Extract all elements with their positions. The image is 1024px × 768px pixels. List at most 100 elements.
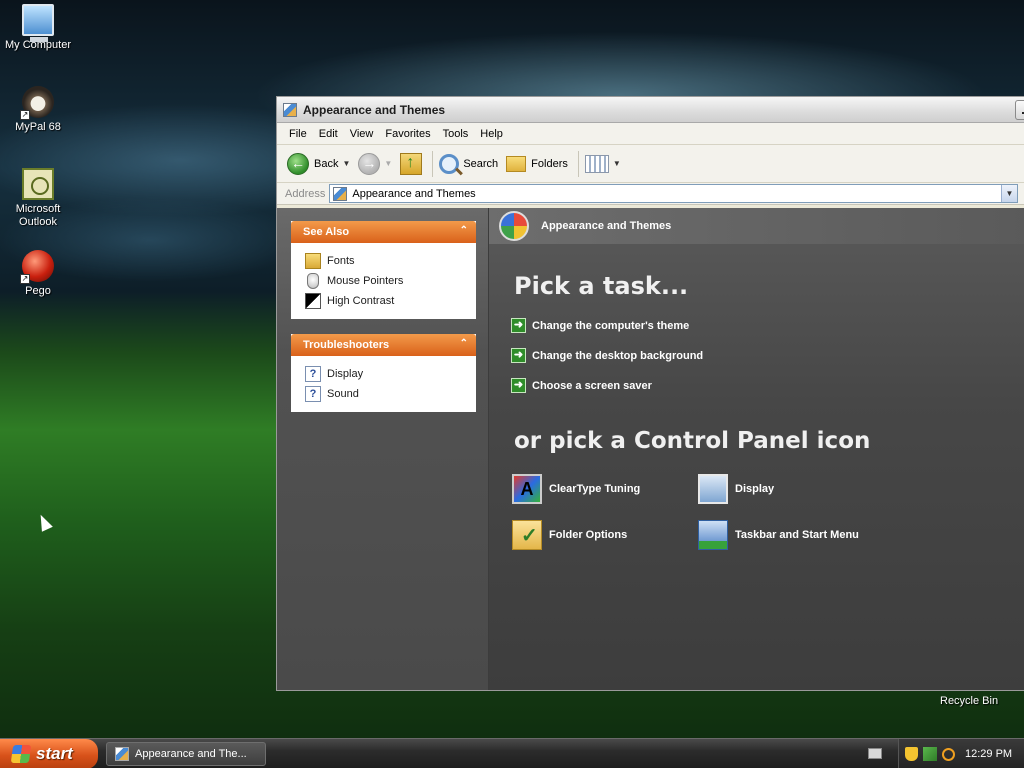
taskbar-icon	[698, 520, 728, 550]
link-sound-troubleshooter[interactable]: ? Sound	[305, 384, 476, 404]
folders-icon	[506, 155, 527, 172]
views-dropdown-icon[interactable]: ▼	[613, 159, 621, 168]
menu-bar: File Edit View Favorites Tools Help	[277, 123, 1024, 145]
back-button[interactable]: Back ▼	[287, 152, 350, 175]
desktop-icon-label: Microsoft Outlook	[15, 203, 61, 228]
back-label: Back	[314, 157, 339, 170]
content-area: See Also ⌃ Fonts Mouse Pointers High Con…	[277, 208, 1024, 690]
title-bar[interactable]: Appearance and Themes	[277, 97, 1024, 123]
folders-label: Folders	[531, 157, 568, 170]
category-header: Appearance and Themes	[489, 208, 1024, 244]
link-label: Mouse Pointers	[327, 275, 404, 287]
forward-dropdown-icon[interactable]: ▼	[384, 159, 392, 168]
troubleshooters-panel: Troubleshooters ⌃ ? Display ? Sound	[291, 334, 476, 412]
keyboard-icon[interactable]	[868, 748, 882, 759]
main-pane: Appearance and Themes Pick a task... ➜ C…	[489, 208, 1024, 690]
green-arrow-icon: ➜	[511, 348, 526, 363]
minimize-button[interactable]	[1015, 100, 1024, 120]
taskbar-window-label: Appearance and The...	[135, 748, 247, 760]
fonts-folder-icon	[305, 253, 321, 269]
menu-view[interactable]: View	[344, 128, 380, 140]
start-label: start	[36, 743, 73, 763]
back-dropdown-icon[interactable]: ▼	[342, 159, 350, 168]
task-change-theme[interactable]: ➜ Change the computer's theme	[511, 318, 689, 333]
desktop-icon-outlook[interactable]: Microsoft Outlook	[0, 168, 76, 229]
recycle-bin[interactable]: Recycle Bin	[940, 695, 998, 707]
cp-label: Folder Options	[549, 529, 628, 541]
collapse-chevron-icon[interactable]: ⌃	[460, 338, 468, 349]
shortcut-arrow-icon: ↗	[20, 110, 30, 120]
task-screen-saver[interactable]: ➜ Choose a screen saver	[511, 378, 652, 393]
link-label: Sound	[327, 388, 359, 400]
clock[interactable]: 12:29 PM	[965, 748, 1012, 760]
link-high-contrast[interactable]: High Contrast	[305, 291, 476, 311]
cp-label: Taskbar and Start Menu	[735, 529, 859, 541]
address-dropdown-icon[interactable]: ▼	[1001, 185, 1017, 202]
link-label: High Contrast	[327, 295, 395, 307]
folder-up-icon	[400, 152, 423, 175]
pego-icon: ↗	[20, 250, 54, 284]
address-value: Appearance and Themes	[352, 187, 476, 200]
appearance-themes-icon	[499, 211, 529, 241]
forward-arrow-icon	[358, 152, 381, 175]
control-panel-icon	[333, 186, 348, 201]
views-button[interactable]: ▼	[584, 154, 621, 173]
address-bar: Address Appearance and Themes ▼	[277, 183, 1024, 205]
desktop-icon-mypal[interactable]: ↗ MyPal 68	[0, 86, 76, 134]
menu-edit[interactable]: Edit	[313, 128, 344, 140]
search-button[interactable]: Search	[439, 153, 498, 174]
forward-button[interactable]: ▼	[358, 152, 392, 175]
views-icon	[584, 154, 609, 173]
help-icon: ?	[305, 366, 321, 382]
folders-button[interactable]: Folders	[506, 155, 568, 172]
cp-label: Display	[735, 483, 775, 495]
display-icon	[698, 474, 728, 504]
address-input[interactable]: Appearance and Themes ▼	[329, 184, 1018, 203]
task-label: Choose a screen saver	[532, 379, 652, 392]
task-pane: See Also ⌃ Fonts Mouse Pointers High Con…	[277, 208, 489, 690]
search-icon[interactable]	[942, 747, 955, 761]
troubleshooters-header[interactable]: Troubleshooters ⌃	[291, 334, 476, 356]
troubleshooters-body: ? Display ? Sound	[291, 356, 476, 412]
see-also-title: See Also	[303, 226, 350, 238]
menu-favorites[interactable]: Favorites	[379, 128, 436, 140]
link-fonts[interactable]: Fonts	[305, 251, 476, 271]
cp-folder-options[interactable]: Folder Options	[512, 520, 627, 550]
link-display-troubleshooter[interactable]: ? Display	[305, 364, 476, 384]
address-label: Address	[285, 187, 326, 200]
search-icon	[439, 153, 460, 174]
link-mouse-pointers[interactable]: Mouse Pointers	[305, 271, 476, 291]
cleartype-icon: A	[512, 474, 542, 504]
control-panel-icon	[283, 102, 297, 117]
toolbar: Back ▼ ▼ Search Folders ▼	[277, 145, 1024, 183]
task-label: Change the desktop background	[532, 349, 704, 362]
link-label: Fonts	[327, 255, 355, 267]
up-button[interactable]	[400, 152, 423, 175]
task-change-background[interactable]: ➜ Change the desktop background	[511, 348, 703, 363]
outlook-icon	[22, 168, 54, 200]
menu-file[interactable]: File	[283, 128, 313, 140]
desktop-icon-my-computer[interactable]: My Computer	[0, 4, 76, 52]
green-arrow-icon: ➜	[511, 318, 526, 333]
folder-options-icon	[512, 520, 542, 550]
menu-help[interactable]: Help	[474, 128, 509, 140]
menu-tools[interactable]: Tools	[437, 128, 475, 140]
desktop-icon-pego[interactable]: ↗ Pego	[0, 250, 76, 298]
see-also-body: Fonts Mouse Pointers High Contrast	[291, 243, 476, 319]
pick-task-heading: Pick a task...	[514, 272, 689, 300]
back-arrow-icon	[287, 152, 309, 175]
collapse-chevron-icon[interactable]: ⌃	[460, 225, 468, 236]
security-shield-icon[interactable]	[905, 747, 918, 761]
shortcut-arrow-icon: ↗	[20, 274, 30, 284]
taskbar: start Appearance and The... 12:29 PM	[0, 738, 1024, 768]
desktop-icon-label: Pego	[25, 285, 51, 297]
see-also-header[interactable]: See Also ⌃	[291, 221, 476, 243]
taskbar-window-button[interactable]: Appearance and The...	[106, 742, 266, 766]
cp-taskbar-start-menu[interactable]: Taskbar and Start Menu	[698, 520, 859, 550]
start-button[interactable]: start	[0, 738, 98, 768]
network-icon[interactable]	[923, 747, 937, 761]
link-label: Display	[327, 368, 364, 380]
cp-cleartype-tuning[interactable]: A ClearType Tuning	[512, 474, 640, 504]
green-arrow-icon: ➜	[511, 378, 526, 393]
cp-display[interactable]: Display	[698, 474, 774, 504]
